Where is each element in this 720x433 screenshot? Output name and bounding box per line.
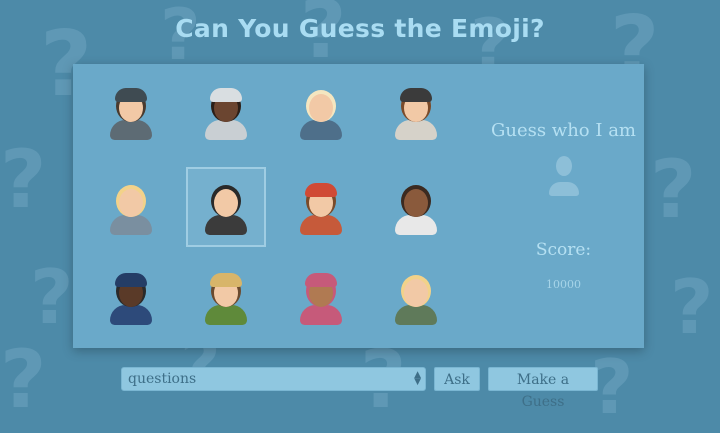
- character-man-teacher[interactable]: [376, 257, 456, 337]
- character-vampire[interactable]: [186, 167, 266, 247]
- side-panel: Guess who I am Score: 10000: [483, 64, 644, 348]
- woman-headscarf-icon: [296, 269, 346, 325]
- character-woman-blonde[interactable]: [91, 167, 171, 247]
- character-man-artist[interactable]: [376, 72, 456, 152]
- woman-detective-icon: [106, 84, 156, 140]
- score-label: Score:: [535, 240, 592, 260]
- emoji-board: Guess who I am Score: 10000: [73, 64, 644, 348]
- firefighter-icon: [296, 179, 346, 235]
- score-value: 10000: [546, 278, 581, 291]
- controls-bar: questions ▲ ▼ Ask Make a Guess: [0, 367, 720, 410]
- question-select-value: questions: [128, 371, 197, 387]
- character-firefighter[interactable]: [281, 167, 361, 247]
- person-mechanic-icon: [296, 84, 346, 140]
- man-artist-icon: [391, 84, 441, 140]
- ask-button[interactable]: Ask: [434, 367, 480, 391]
- character-grid: [91, 72, 451, 342]
- character-woman-farmer[interactable]: [186, 257, 266, 337]
- question-select[interactable]: questions ▲ ▼: [121, 367, 426, 391]
- character-woman-detective[interactable]: [91, 72, 171, 152]
- character-person-mechanic[interactable]: [281, 72, 361, 152]
- police-officer-icon: [106, 269, 156, 325]
- character-police-officer[interactable]: [91, 257, 171, 337]
- vampire-icon: [201, 179, 251, 235]
- woman-blonde-icon: [106, 179, 156, 235]
- character-woman-scientist[interactable]: [376, 167, 456, 247]
- character-astronaut[interactable]: [186, 72, 266, 152]
- chevron-updown-icon: ▲ ▼: [414, 370, 421, 387]
- astronaut-icon: [201, 84, 251, 140]
- page-title: Can You Guess the Emoji?: [175, 14, 545, 43]
- character-woman-headscarf[interactable]: [281, 257, 361, 337]
- man-teacher-icon: [391, 269, 441, 325]
- woman-farmer-icon: [201, 269, 251, 325]
- make-guess-button[interactable]: Make a Guess: [488, 367, 598, 410]
- woman-scientist-icon: [391, 179, 441, 235]
- mystery-person-icon: [549, 156, 579, 196]
- guess-prompt: Guess who I am: [490, 120, 636, 141]
